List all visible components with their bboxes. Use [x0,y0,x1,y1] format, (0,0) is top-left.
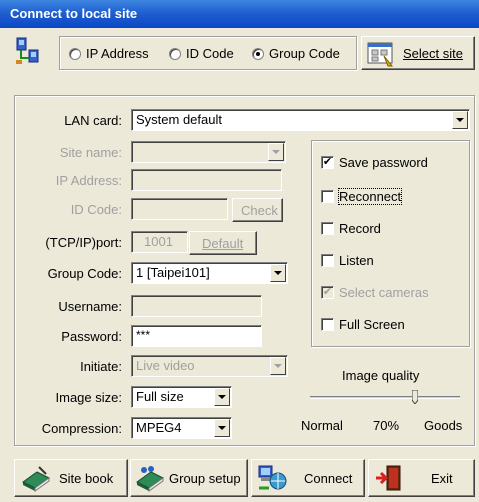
exit-button[interactable]: Exit [368,459,475,497]
group-setup-button[interactable]: Group setup [130,459,248,497]
radio-id-code-indicator[interactable] [169,47,181,60]
quality-max-label: Goods [424,418,463,433]
group-code-value: 1 [Taipei101] [136,265,210,280]
check-button[interactable]: Check [232,198,283,222]
username-label: Username: [58,299,122,314]
default-button-label: Default [202,236,244,251]
reconnect-checkbox[interactable]: Reconnect [321,188,403,205]
radio-ip-address-indicator[interactable] [69,47,81,60]
image-size-label: Image size: [55,390,122,405]
radio-id-code-label: ID Code [186,46,234,61]
compression-select[interactable]: MPEG4 [131,417,232,439]
initiate-label: Initiate: [80,359,122,374]
site-map-icon [366,39,396,67]
ip-address-input[interactable] [131,169,282,191]
reconnect-label: Reconnect [337,188,403,205]
select-cameras-checkbox[interactable]: ✔ Select cameras [321,285,429,300]
save-password-checkbox[interactable]: ✔ Save password [321,155,428,170]
group-code-label: Group Code: [47,266,122,281]
lan-card-select[interactable]: System default [131,109,470,131]
image-size-dropdown-button[interactable] [214,388,230,406]
lan-card-value: System default [136,112,222,127]
site-book-icon [21,464,51,492]
mode-radio-group: IP Address ID Code Group Code [59,36,357,70]
radio-ip-address[interactable]: IP Address [69,46,149,61]
site-name-dropdown-button[interactable] [268,143,284,161]
connect-label: Connect [304,471,353,486]
site-book-label: Site book [59,471,114,486]
radio-ip-address-label: IP Address [86,46,149,61]
lan-card-dropdown-button[interactable] [452,111,468,129]
site-name-select[interactable] [131,141,286,163]
initiate-select[interactable]: Live video [131,355,288,377]
slider-thumb[interactable] [411,389,419,405]
initiate-dropdown-button[interactable] [270,357,286,375]
window-title: Connect to local site [0,0,479,28]
check-button-label: Check [241,203,278,218]
username-input[interactable] [131,295,262,317]
select-site-label: Select site [403,46,463,61]
radio-id-code[interactable]: ID Code [169,46,234,61]
full-screen-label: Full Screen [339,317,405,332]
image-quality-slider[interactable] [306,388,466,408]
default-button[interactable]: Default [189,231,257,255]
image-size-value: Full size [136,389,184,404]
lan-card-label: LAN card: [64,113,122,128]
image-quality-title: Image quality [342,368,420,383]
listen-label: Listen [339,253,374,268]
save-password-check-indicator[interactable]: ✔ [321,156,334,169]
site-book-button[interactable]: Site book [14,459,128,497]
record-label: Record [339,221,381,236]
compression-dropdown-button[interactable] [214,419,230,437]
radio-group-code-label: Group Code [269,46,340,61]
record-check-indicator[interactable] [321,222,334,235]
exit-label: Exit [431,471,453,486]
full-screen-check-indicator[interactable] [321,318,334,331]
network-icon [14,36,44,66]
port-value: 1001 [144,234,173,249]
password-input[interactable]: *** [131,325,262,347]
quality-min-label: Normal [301,418,343,433]
port-input[interactable]: 1001 [131,231,188,253]
connect-button[interactable]: Connect [251,459,365,497]
save-password-label: Save password [339,155,428,170]
ip-address-label: IP Address: [55,173,122,188]
full-screen-checkbox[interactable]: Full Screen [321,317,405,332]
id-code-label: ID Code: [70,202,122,217]
exit-icon [375,465,403,491]
compression-label: Compression: [41,421,122,436]
password-label: Password: [61,329,122,344]
id-code-input[interactable] [131,198,228,220]
port-label: (TCP/IP)port: [45,235,122,250]
compression-value: MPEG4 [136,420,182,435]
site-name-label: Site name: [59,145,122,160]
image-size-select[interactable]: Full size [131,386,232,408]
radio-group-code-indicator[interactable] [252,47,264,60]
group-code-select[interactable]: 1 [Taipei101] [131,262,288,284]
listen-checkbox[interactable]: Listen [321,253,374,268]
select-cameras-check-indicator[interactable]: ✔ [321,286,334,299]
connect-icon [257,464,287,492]
select-cameras-label: Select cameras [339,285,429,300]
radio-group-code[interactable]: Group Code [252,46,340,61]
group-setup-icon [135,464,165,492]
slider-track [310,396,460,399]
listen-check-indicator[interactable] [321,254,334,267]
options-group [311,140,470,347]
initiate-value: Live video [136,358,195,373]
password-value: *** [136,328,151,342]
group-code-dropdown-button[interactable] [270,264,286,282]
quality-value-label: 70% [373,418,400,433]
reconnect-check-indicator[interactable] [321,190,334,203]
record-checkbox[interactable]: Record [321,221,381,236]
select-site-button[interactable]: Select site [361,36,475,70]
group-setup-label: Group setup [169,471,241,486]
